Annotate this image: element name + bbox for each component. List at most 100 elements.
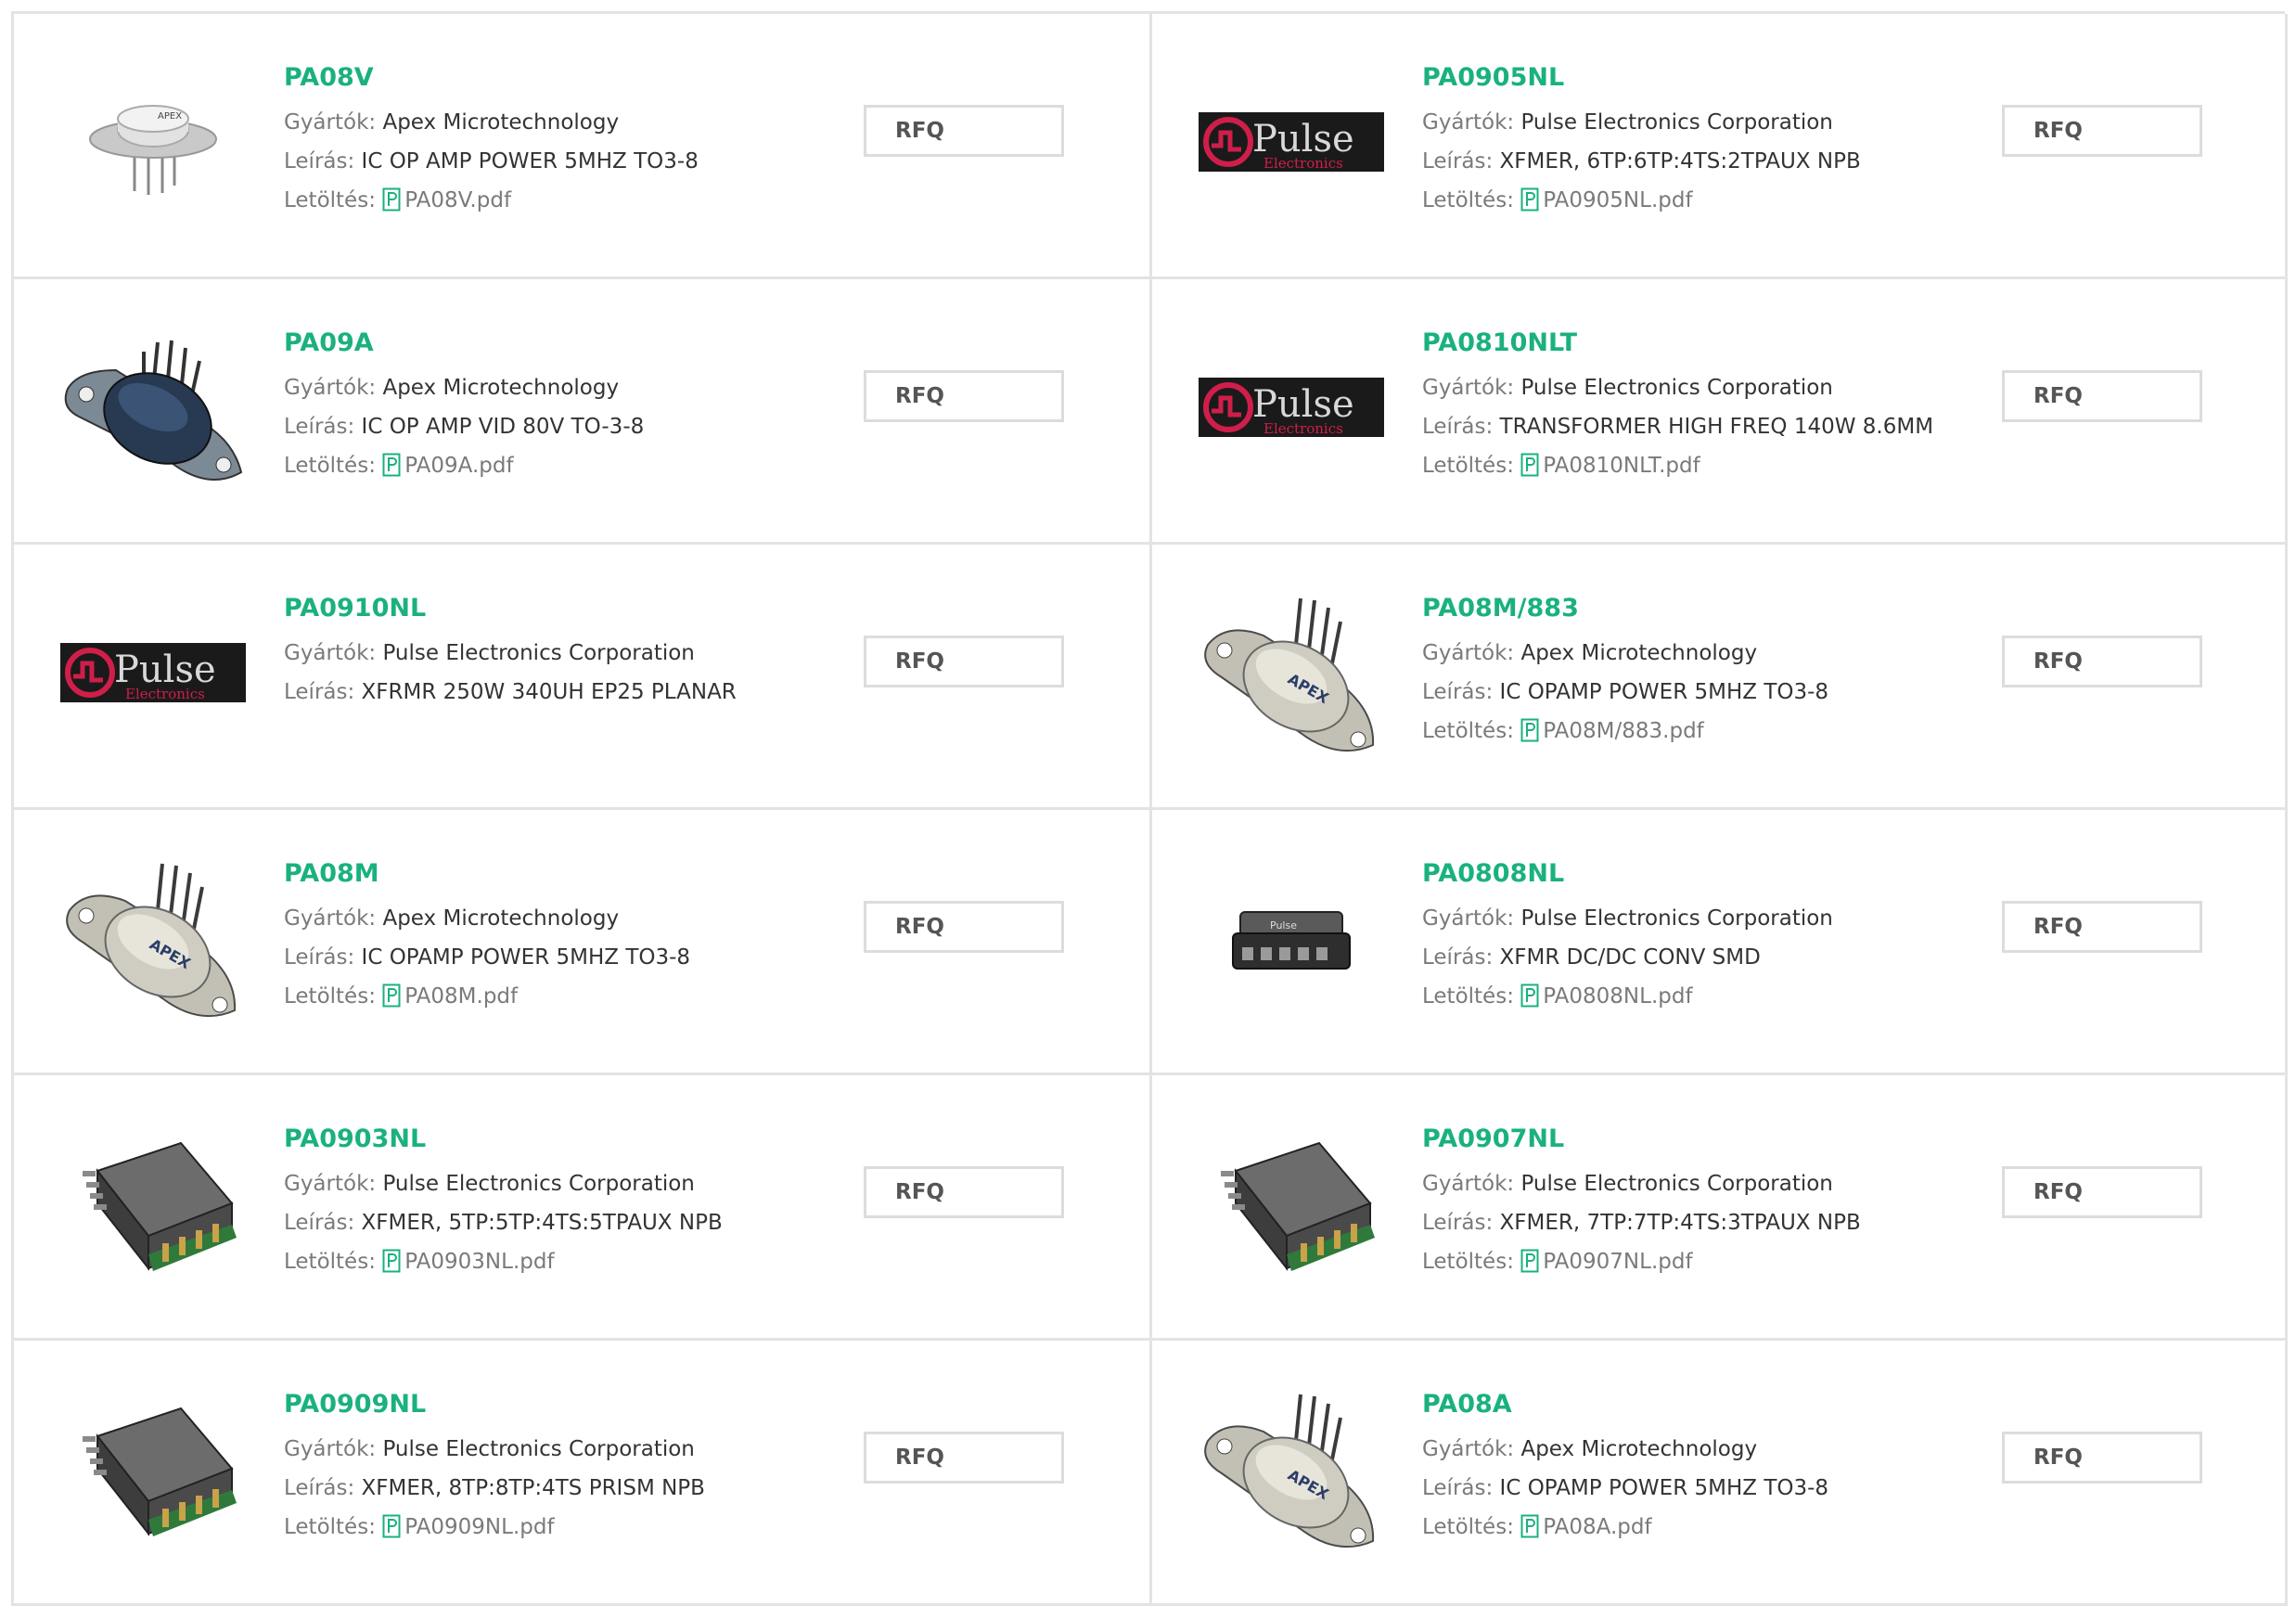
rfq-button[interactable]: RFQ [2002, 1432, 2202, 1484]
download-label: Letöltés: [1422, 984, 1514, 1009]
rfq-button[interactable]: RFQ [2002, 105, 2202, 157]
manufacturer-label: Gyártók: [1422, 110, 1515, 135]
product-image[interactable]: Pulse Electronics [60, 580, 246, 765]
manufacturer-row: Gyártók: Pulse Electronics Corporation [284, 1430, 803, 1469]
part-number-link[interactable]: PA0910NL [284, 593, 803, 634]
rfq-button[interactable]: RFQ [864, 636, 1064, 687]
description-label: Leírás: [284, 1476, 355, 1500]
manufacturer-label: Gyártók: [1422, 641, 1515, 665]
manufacturer-row: Gyártók: Pulse Electronics Corporation [1422, 368, 1942, 407]
datasheet-filename: PA09A.pdf [404, 454, 514, 478]
product-info: PA0810NLT Gyártók: Pulse Electronics Cor… [1422, 328, 1942, 485]
rfq-button[interactable]: RFQ [2002, 1166, 2202, 1218]
manufacturer-row: Gyártók: Apex Microtechnology [284, 103, 803, 142]
datasheet-link[interactable]: PA09A.pdf [382, 453, 514, 478]
datasheet-filename: PA08V.pdf [404, 188, 512, 212]
description-label: Leírás: [284, 1211, 355, 1235]
datasheet-link[interactable]: PA0907NL.pdf [1520, 1249, 1693, 1274]
datasheet-link[interactable]: PA0905NL.pdf [1520, 187, 1693, 212]
svg-text:Electronics: Electronics [1263, 155, 1343, 172]
description-value: IC OPAMP POWER 5MHZ TO3-8 [361, 945, 691, 970]
download-row: Letöltés: PA0909NL.pdf [284, 1508, 803, 1547]
product-info: PA0910NL Gyártók: Pulse Electronics Corp… [284, 593, 803, 712]
part-number-link[interactable]: PA0808NL [1422, 858, 1942, 899]
product-image[interactable]: Pulse [1199, 845, 1384, 1031]
part-number-link[interactable]: PA0907NL [1422, 1124, 1942, 1164]
download-label: Letöltés: [284, 188, 376, 212]
manufacturer-value: Pulse Electronics Corporation [382, 1437, 695, 1461]
manufacturer-value: Apex Microtechnology [1520, 641, 1758, 665]
part-number-link[interactable]: PA0903NL [284, 1124, 803, 1164]
manufacturer-row: Gyártók: Apex Microtechnology [1422, 1430, 1942, 1469]
pdf-icon [382, 982, 401, 1021]
rfq-button[interactable]: RFQ [864, 1166, 1064, 1218]
datasheet-link[interactable]: PA0808NL.pdf [1520, 983, 1693, 1009]
pdf-icon [382, 1247, 401, 1286]
description-row: Leírás: XFMER, 8TP:8TP:4TS PRISM NPB [284, 1469, 803, 1508]
datasheet-link[interactable]: PA08M/883.pdf [1520, 718, 1704, 743]
product-image[interactable] [1199, 1111, 1384, 1296]
rfq-button[interactable]: RFQ [2002, 370, 2202, 422]
part-number-link[interactable]: PA0909NL [284, 1389, 803, 1430]
part-number-link[interactable]: PA0810NLT [1422, 328, 1942, 368]
svg-text:Pulse: Pulse [1270, 919, 1297, 931]
manufacturer-row: Gyártók: Pulse Electronics Corporation [284, 634, 803, 673]
datasheet-filename: PA0905NL.pdf [1543, 188, 1693, 212]
datasheet-link[interactable]: PA0810NLT.pdf [1520, 453, 1700, 478]
rfq-button[interactable]: RFQ [864, 1432, 1064, 1484]
datasheet-filename: PA0907NL.pdf [1543, 1250, 1693, 1274]
part-number-link[interactable]: PA09A [284, 328, 803, 368]
download-row: Letöltés: PA08M.pdf [284, 977, 803, 1016]
product-image[interactable]: APEX [1199, 1376, 1384, 1561]
part-number-link[interactable]: PA08M/883 [1422, 593, 1942, 634]
manufacturer-value: Apex Microtechnology [382, 376, 620, 400]
rfq-button[interactable]: RFQ [864, 901, 1064, 953]
datasheet-link[interactable]: PA0909NL.pdf [382, 1514, 555, 1539]
description-row: Leírás: TRANSFORMER HIGH FREQ 140W 8.6MM [1422, 407, 1942, 446]
description-label: Leírás: [1422, 1211, 1494, 1235]
datasheet-link[interactable]: PA08M.pdf [382, 983, 518, 1009]
download-label: Letöltés: [284, 454, 376, 478]
datasheet-link[interactable]: PA0903NL.pdf [382, 1249, 555, 1274]
datasheet-filename: PA0810NLT.pdf [1543, 454, 1700, 478]
download-row: Letöltés: PA08A.pdf [1422, 1508, 1942, 1547]
product-card: PA09A Gyártók: Apex Microtechnology Leír… [14, 279, 1152, 545]
product-card: PA0909NL Gyártók: Pulse Electronics Corp… [14, 1341, 1152, 1606]
download-row: Letöltés: PA0905NL.pdf [1422, 181, 1942, 220]
pdf-icon [1520, 1512, 1539, 1551]
download-row: Letöltés: PA0808NL.pdf [1422, 977, 1942, 1016]
description-row: Leírás: IC OPAMP POWER 5MHZ TO3-8 [1422, 1469, 1942, 1508]
part-number-link[interactable]: PA08V [284, 62, 803, 103]
product-image[interactable]: Pulse Electronics [1199, 49, 1384, 235]
download-row: Letöltés: PA0810NLT.pdf [1422, 446, 1942, 485]
product-image[interactable] [60, 1111, 246, 1296]
rfq-button[interactable]: RFQ [864, 105, 1064, 157]
manufacturer-row: Gyártók: Pulse Electronics Corporation [284, 1164, 803, 1203]
product-image[interactable]: Pulse Electronics [1199, 315, 1384, 500]
part-number-link[interactable]: PA0905NL [1422, 62, 1942, 103]
product-image[interactable] [60, 315, 246, 500]
download-label: Letöltés: [1422, 454, 1514, 478]
part-number-link[interactable]: PA08M [284, 858, 803, 899]
product-image[interactable]: APEX [60, 49, 246, 235]
product-image[interactable]: APEX [1199, 580, 1384, 765]
manufacturer-label: Gyártók: [284, 110, 377, 135]
download-label: Letöltés: [1422, 1515, 1514, 1539]
rfq-button[interactable]: RFQ [2002, 636, 2202, 687]
download-label: Letöltés: [1422, 1250, 1514, 1274]
manufacturer-value: Apex Microtechnology [382, 906, 620, 931]
product-image[interactable] [60, 1376, 246, 1561]
rfq-button[interactable]: RFQ [2002, 901, 2202, 953]
download-row: Letöltés: PA0907NL.pdf [1422, 1242, 1942, 1281]
datasheet-filename: PA08M/883.pdf [1543, 719, 1704, 743]
rfq-button[interactable]: RFQ [864, 370, 1064, 422]
product-image[interactable]: APEX [60, 845, 246, 1031]
part-number-link[interactable]: PA08A [1422, 1389, 1942, 1430]
description-row: Leírás: XFRMR 250W 340UH EP25 PLANAR [284, 673, 803, 712]
description-row: Leírás: IC OPAMP POWER 5MHZ TO3-8 [284, 938, 803, 977]
description-value: XFMER, 8TP:8TP:4TS PRISM NPB [361, 1476, 705, 1500]
manufacturer-label: Gyártók: [284, 1172, 377, 1196]
datasheet-link[interactable]: PA08V.pdf [382, 187, 512, 212]
datasheet-link[interactable]: PA08A.pdf [1520, 1514, 1652, 1539]
planar-transformer-icon [83, 1407, 237, 1536]
